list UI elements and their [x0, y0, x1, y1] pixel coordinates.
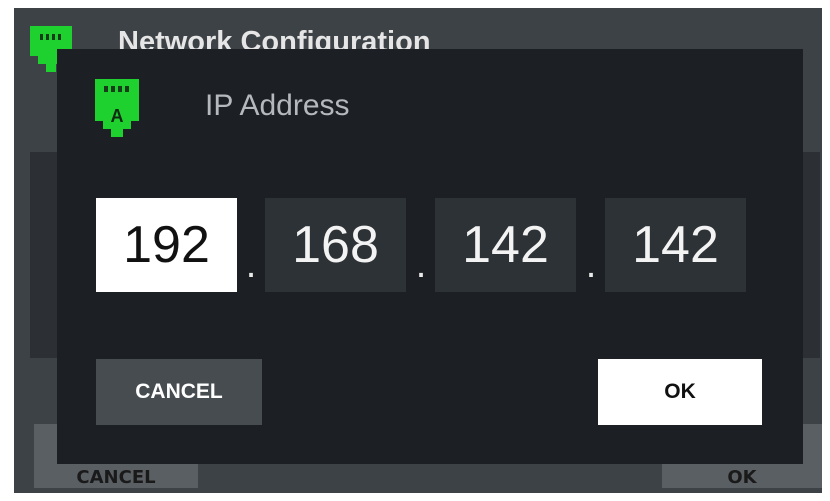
- ok-button[interactable]: OK: [598, 359, 762, 425]
- octet-separator: .: [415, 244, 427, 286]
- ip-address-dialog: A IP Address 192 . 168 . 142 . 142 CANCE…: [57, 49, 803, 464]
- octet-separator: .: [585, 244, 597, 286]
- ethernet-port-icon: A: [95, 79, 139, 137]
- dialog-title: IP Address: [205, 89, 350, 122]
- port-letter: A: [111, 106, 124, 126]
- ip-octet-2-field[interactable]: 168: [265, 198, 406, 292]
- cancel-button[interactable]: CANCEL: [96, 359, 262, 425]
- ip-octet-4-field[interactable]: 142: [605, 198, 746, 292]
- ip-octet-3-field[interactable]: 142: [435, 198, 576, 292]
- ip-octet-1-field[interactable]: 192: [96, 198, 237, 292]
- octet-separator: .: [245, 244, 257, 286]
